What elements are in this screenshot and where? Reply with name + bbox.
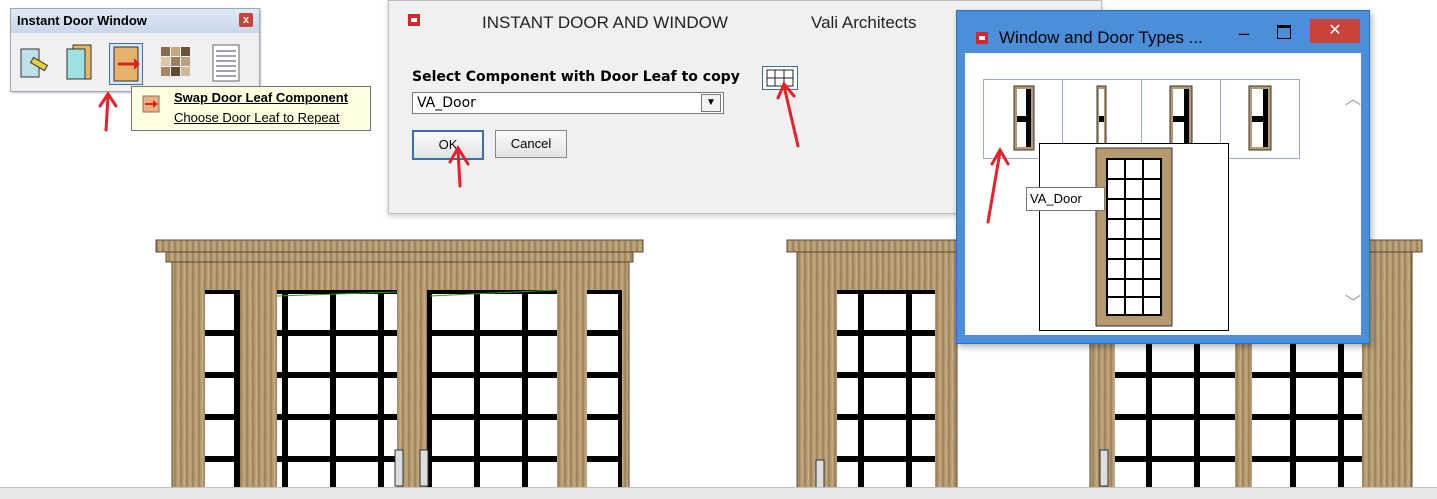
door-type-thumb-4[interactable] xyxy=(1220,79,1300,159)
material-grid-icon xyxy=(161,47,190,76)
scroll-up-icon[interactable]: ︿ xyxy=(1345,85,1361,109)
swap-door-leaf-tooltip: Swap Door Leaf Component Choose Door Lea… xyxy=(131,86,371,131)
sketchup-logo-icon xyxy=(976,32,988,44)
door-preview-popup xyxy=(1039,143,1229,331)
tooltip-subtitle: Choose Door Leaf to Repeat xyxy=(174,110,340,125)
dialog-title: INSTANT DOOR AND WINDOW xyxy=(482,13,728,32)
toolbar-titlebar[interactable]: Instant Door Window xyxy=(11,9,259,33)
material-swatch-tool-button[interactable] xyxy=(159,43,191,83)
place-door-tool-button[interactable] xyxy=(17,43,49,83)
maximize-button[interactable] xyxy=(1277,25,1291,39)
door-preview-image xyxy=(1095,147,1173,327)
types-list-panel: ︿ ﹀ VA_Door xyxy=(965,53,1361,335)
dialog-publisher: Vali Architects xyxy=(811,13,917,32)
left-door-assembly xyxy=(155,239,644,498)
window-grid-icon xyxy=(766,69,794,87)
swap-door-leaf-icon xyxy=(113,46,140,82)
glass-door-tool-button[interactable] xyxy=(63,43,95,83)
status-bar xyxy=(0,487,1437,499)
swap-door-leaf-icon xyxy=(142,95,160,113)
toolbar-title: Instant Door Window xyxy=(17,13,147,28)
door-list-tool-button[interactable] xyxy=(209,43,241,83)
glass-door-icon xyxy=(66,44,92,80)
types-window-title: Window and Door Types ... xyxy=(999,28,1203,47)
cancel-button[interactable]: Cancel xyxy=(495,130,567,158)
window-door-types-window: Window and Door Types ... – ✕ ︿ ﹀ VA_Doo… xyxy=(956,10,1370,344)
component-select-value: VA_Door xyxy=(417,95,476,111)
sketchup-logo-icon xyxy=(408,14,420,26)
minimize-button[interactable]: – xyxy=(1239,23,1249,44)
door-thumbnail-icon xyxy=(1248,85,1272,151)
instant-door-window-toolbar: Instant Door Window x xyxy=(10,8,260,92)
pick-component-button[interactable] xyxy=(762,66,798,90)
chevron-down-icon[interactable]: ▼ xyxy=(701,94,721,112)
scroll-down-icon[interactable]: ﹀ xyxy=(1345,289,1361,313)
swap-door-leaf-button[interactable] xyxy=(109,43,143,85)
pencil-door-icon xyxy=(20,48,49,78)
tooltip-title: Swap Door Leaf Component xyxy=(174,90,349,105)
select-component-label: Select Component with Door Leaf to copy xyxy=(412,69,740,85)
toolbar-close-button[interactable]: x xyxy=(239,13,253,27)
component-select[interactable]: VA_Door ▼ xyxy=(412,92,724,114)
component-name-tooltip: VA_Door xyxy=(1026,187,1105,211)
close-button[interactable]: ✕ xyxy=(1310,19,1360,43)
ok-button[interactable]: OK xyxy=(412,130,484,160)
list-icon xyxy=(212,44,240,82)
